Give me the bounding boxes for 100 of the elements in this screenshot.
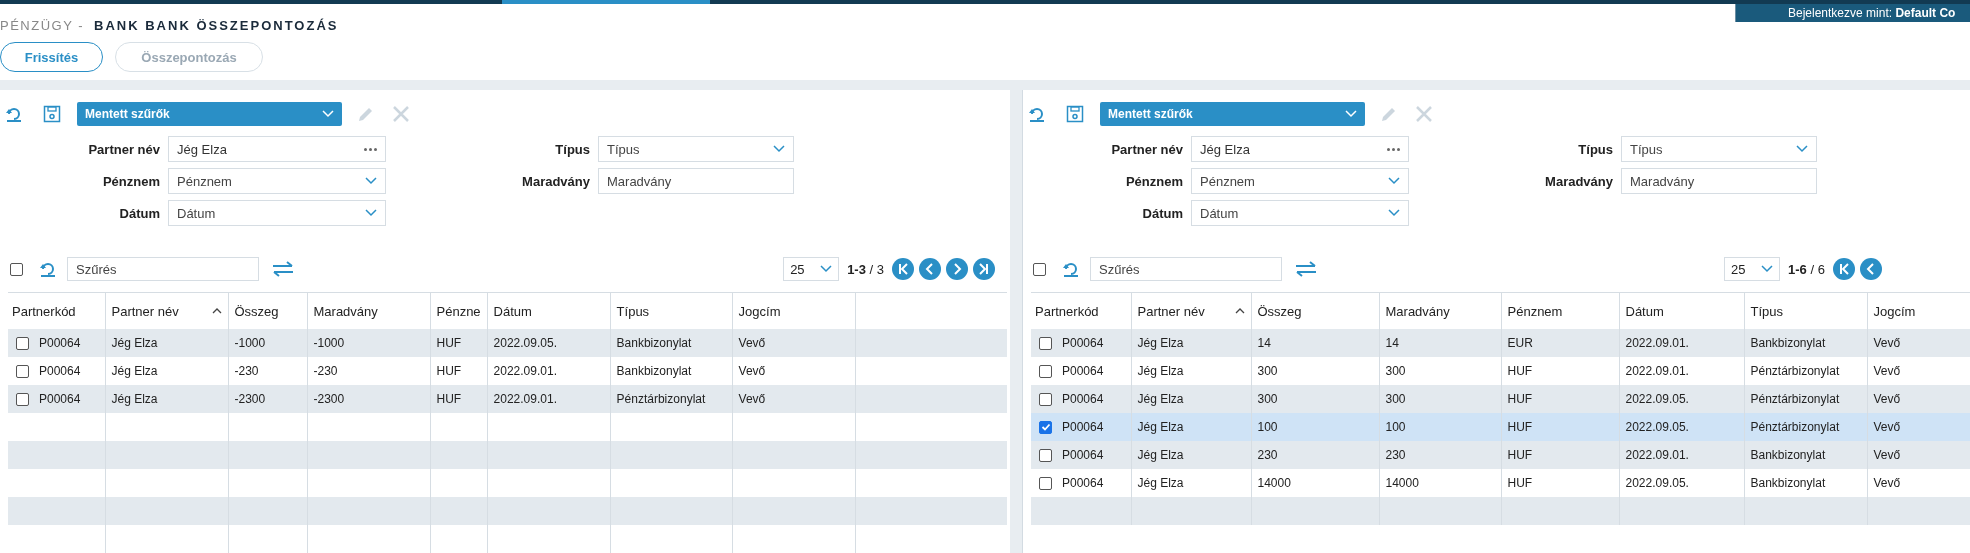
- column-header[interactable]: Partner név: [1137, 303, 1205, 319]
- table-cell: 2022.09.05.: [1625, 420, 1689, 434]
- reset-icon[interactable]: [5, 105, 23, 123]
- table-row[interactable]: P00064 Jég Elza 230 230 HUF 2022.09.01. Bankbizonylat Vevő: [1031, 441, 1970, 469]
- first-page-button[interactable]: [892, 258, 914, 280]
- skip-arrow-icon[interactable]: [897, 263, 909, 275]
- reset-icon[interactable]: [39, 260, 57, 278]
- first-page-button[interactable]: [1832, 258, 1855, 280]
- row-checkbox[interactable]: [16, 336, 29, 350]
- refresh-button[interactable]: Frissítés: [0, 42, 103, 72]
- row-checkbox[interactable]: [1039, 392, 1052, 406]
- select-all-checkbox[interactable]: [1033, 262, 1046, 276]
- reset-icon[interactable]: [1062, 260, 1080, 278]
- skip-arrow-icon[interactable]: [1837, 263, 1850, 275]
- column-header[interactable]: Pénzne: [436, 303, 481, 319]
- table-cell: Vevő: [738, 364, 766, 378]
- chevron-icon[interactable]: [1864, 263, 1877, 275]
- previous-page-button[interactable]: [1859, 258, 1882, 280]
- column-header[interactable]: Jogcím: [1873, 303, 1916, 319]
- column-header[interactable]: Összeg: [1257, 303, 1302, 319]
- column-header[interactable]: Partnerkód: [1035, 303, 1099, 319]
- saved-filters-dropdown[interactable]: Mentett szűrők: [1100, 102, 1365, 126]
- saved-filters-dropdown[interactable]: Mentett szűrők: [77, 102, 342, 126]
- select-all-checkbox[interactable]: [10, 262, 23, 276]
- column-header[interactable]: Dátum: [1625, 303, 1664, 319]
- last-page-button[interactable]: [973, 258, 995, 280]
- chevron-icon[interactable]: [951, 263, 963, 275]
- column-header[interactable]: Összeg: [234, 303, 279, 319]
- table-cell: HUF: [1507, 448, 1533, 462]
- table-row[interactable]: P00064 Jég Elza -2300 -2300 HUF 2022.09.01. Pénztárbizonylat Vevő: [8, 385, 1008, 413]
- reset-icon[interactable]: [1028, 105, 1046, 123]
- table-cell: 2022.09.01.: [1625, 364, 1689, 378]
- chevron-down-icon[interactable]: [365, 209, 377, 217]
- previous-page-button[interactable]: [919, 258, 941, 280]
- input-field[interactable]: Maradvány: [1621, 168, 1817, 194]
- table-cell: 2022.09.01.: [1625, 336, 1689, 350]
- select-field[interactable]: Pénznem: [168, 168, 386, 194]
- chevron-down-icon[interactable]: [1388, 177, 1400, 185]
- field-label: Pénznem: [101, 173, 160, 189]
- row-checkbox[interactable]: [1039, 476, 1052, 490]
- next-page-button[interactable]: [946, 258, 968, 280]
- row-checkbox[interactable]: [1039, 448, 1052, 462]
- row-checkbox[interactable]: [1039, 420, 1052, 434]
- select-field[interactable]: Pénznem: [1191, 168, 1409, 194]
- sort-icon[interactable]: [211, 308, 222, 314]
- select-field[interactable]: Típus: [598, 136, 794, 162]
- swap-icon[interactable]: [271, 261, 295, 277]
- row-checkbox[interactable]: [1039, 364, 1052, 378]
- save-icon[interactable]: [43, 105, 61, 123]
- more-icon[interactable]: [364, 147, 377, 151]
- column-header[interactable]: Maradvány: [313, 303, 378, 319]
- select-field[interactable]: Típus: [1621, 136, 1817, 162]
- row-checkbox[interactable]: [16, 392, 29, 406]
- chevron-down-icon[interactable]: [820, 265, 833, 273]
- table-cell: -2300: [234, 392, 266, 406]
- input-field[interactable]: Maradvány: [598, 168, 794, 194]
- table-cell: 300: [1385, 392, 1406, 406]
- column-header[interactable]: Jogcím: [738, 303, 781, 319]
- chevron-down-icon[interactable]: [365, 177, 377, 185]
- table-cell: EUR: [1507, 336, 1533, 350]
- column-header[interactable]: Partnerkód: [12, 303, 76, 319]
- table-cell: P00064: [39, 392, 81, 406]
- table-row[interactable]: P00064 Jég Elza 300 300 HUF 2022.09.05. Pénztárbizonylat Vevő: [1031, 385, 1970, 413]
- table-row[interactable]: P00064 Jég Elza 100 100 HUF 2022.09.05. Pénztárbizonylat Vevő: [1031, 413, 1970, 441]
- search-field[interactable]: Szűrés: [67, 257, 259, 281]
- sort-icon[interactable]: [1234, 308, 1245, 314]
- column-header[interactable]: Pénznem: [1507, 303, 1563, 319]
- column-header[interactable]: Dátum: [493, 303, 532, 319]
- page-size-select[interactable]: 25: [1724, 257, 1780, 281]
- page-size-select[interactable]: 25: [783, 257, 840, 281]
- chevron-icon[interactable]: [924, 263, 936, 275]
- chevron-down-icon[interactable]: [1388, 209, 1400, 217]
- column-header[interactable]: Maradvány: [1385, 303, 1450, 319]
- table-cell: 2022.09.05.: [1625, 392, 1689, 406]
- chevron-down-icon[interactable]: [773, 145, 785, 153]
- save-icon[interactable]: [1066, 105, 1084, 123]
- table-cell: 300: [1385, 364, 1406, 378]
- column-header[interactable]: Típus: [616, 303, 650, 319]
- swap-icon[interactable]: [1294, 261, 1318, 277]
- field-label: Típus: [1577, 141, 1613, 157]
- table-row[interactable]: P00064 Jég Elza 14 14 EUR 2022.09.01. Bankbizonylat Vevő: [1031, 329, 1970, 357]
- chevron-down-icon[interactable]: [1796, 145, 1808, 153]
- row-checkbox[interactable]: [1039, 336, 1052, 350]
- table-cell: Vevő: [1873, 392, 1901, 406]
- table-cell: -230: [313, 364, 338, 378]
- row-checkbox[interactable]: [16, 364, 29, 378]
- chevron-down-icon[interactable]: [1761, 265, 1773, 273]
- table-row[interactable]: P00064 Jég Elza -1000 -1000 HUF 2022.09.05. Bankbizonylat Vevő: [8, 329, 1008, 357]
- search-field[interactable]: Szűrés: [1090, 257, 1282, 281]
- table-cell: Bankbizonylat: [616, 336, 692, 350]
- column-header[interactable]: Típus: [1750, 303, 1783, 319]
- login-status: Bejelentkezve mint: Default Co: [1735, 4, 1970, 22]
- skip-arrow-icon[interactable]: [978, 263, 990, 275]
- lookup-field[interactable]: Jég Elza: [168, 136, 386, 162]
- select-field[interactable]: Dátum: [168, 200, 386, 226]
- more-icon[interactable]: [1387, 147, 1400, 151]
- lookup-field[interactable]: Jég Elza: [1191, 136, 1409, 162]
- column-header[interactable]: Partner név: [111, 303, 179, 319]
- field-label: Típus: [554, 141, 590, 157]
- select-field[interactable]: Dátum: [1191, 200, 1409, 226]
